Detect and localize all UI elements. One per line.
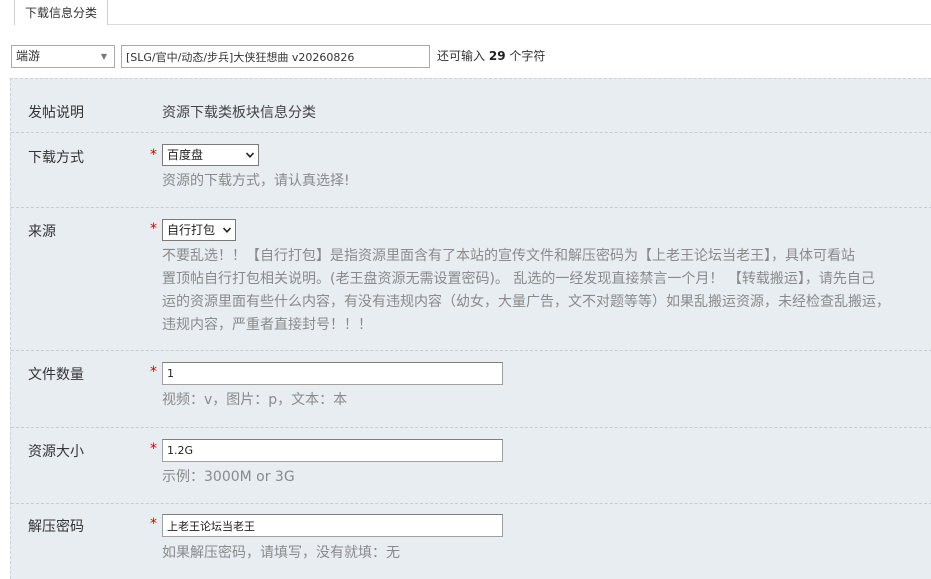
- source-label: 来源: [28, 224, 56, 240]
- row-size: 资源大小 * 示例：3000M or 3G: [11, 428, 931, 504]
- thread-type-select[interactable]: 端游 ▼: [11, 45, 115, 68]
- note-value: 资源下载类板块信息分类: [162, 105, 316, 121]
- source-value: 自行打包: [167, 223, 216, 237]
- chevron-down-icon: [245, 152, 255, 158]
- row-source: 来源 * 自行打包 不要乱选！！【自行打包】是指资源里面含有了本站的宣传文件和解…: [11, 208, 931, 351]
- row-note: 发帖说明 资源下载类板块信息分类: [11, 79, 931, 133]
- password-hint: 如果解压密码，请填写，没有就填：无: [162, 545, 400, 561]
- note-label: 发帖说明: [28, 105, 84, 121]
- download-hint: 资源的下载方式，请认真选择!: [162, 173, 350, 189]
- tab-divider: [108, 24, 931, 25]
- char-counter: 还可输入 29 个字符: [437, 45, 545, 68]
- source-hint-line: 不要乱选！！【自行打包】是指资源里面含有了本站的宣传文件和解压密码为【上老王论坛…: [162, 248, 855, 264]
- download-method-value: 百度盘: [167, 148, 204, 162]
- counter-prefix: 还可输入: [437, 49, 486, 63]
- required-mark: *: [150, 516, 157, 532]
- tab-download-info[interactable]: 下载信息分类: [14, 0, 108, 25]
- counter-value: 29: [488, 49, 506, 63]
- password-label: 解压密码: [28, 519, 84, 535]
- row-file-count: 文件数量 * 视频：v，图片：p，文本：本: [11, 351, 931, 428]
- row-download: 下载方式 * 百度盘 资源的下载方式，请认真选择!: [11, 133, 931, 208]
- required-mark: *: [150, 364, 157, 380]
- required-mark: *: [150, 221, 157, 237]
- file-count-label: 文件数量: [28, 367, 84, 383]
- thread-type-value: 端游: [16, 49, 41, 63]
- required-mark: *: [150, 147, 157, 163]
- source-select[interactable]: 自行打包: [162, 219, 236, 241]
- row-password: 解压密码 * 如果解压密码，请填写，没有就填：无: [11, 504, 931, 579]
- download-method-select[interactable]: 百度盘: [162, 144, 259, 166]
- chevron-down-icon: [222, 227, 232, 233]
- size-hint: 示例：3000M or 3G: [162, 469, 295, 485]
- size-input[interactable]: [162, 439, 503, 462]
- file-count-hint: 视频：v，图片：p，文本：本: [162, 392, 348, 408]
- source-hint-line: 违规内容，严重者直接封号！！！: [162, 317, 372, 333]
- password-input[interactable]: [162, 514, 503, 537]
- chevron-down-icon: ▼: [100, 52, 107, 61]
- size-label: 资源大小: [28, 444, 84, 460]
- classification-panel: 发帖说明 资源下载类板块信息分类 下载方式 * 百度盘 资源的下载方式，请认真选…: [10, 78, 931, 579]
- tab-strip: 下载信息分类: [0, 0, 931, 25]
- file-count-input[interactable]: [162, 362, 503, 385]
- source-hint-line: 运的资源里面有些什么内容，有没有违规内容（幼女，大量广告，文不对题等等）如果乱搬…: [162, 294, 890, 310]
- counter-suffix: 个字符: [509, 49, 546, 63]
- required-mark: *: [150, 441, 157, 457]
- thread-title-input[interactable]: [121, 45, 430, 68]
- subject-row: 端游 ▼ 还可输入 29 个字符: [0, 45, 931, 69]
- source-hint-line: 置顶帖自行打包相关说明。(老王盘资源无需设置密码)。 乱选的一经发现直接禁言一个…: [162, 271, 875, 287]
- download-label: 下载方式: [28, 150, 84, 166]
